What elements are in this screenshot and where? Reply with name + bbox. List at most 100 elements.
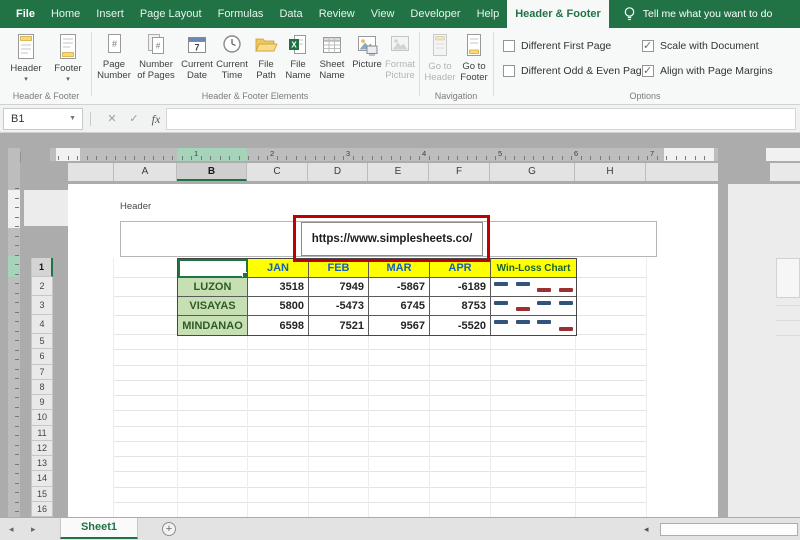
column-header-h[interactable]: H	[575, 163, 646, 181]
tab-view[interactable]: View	[363, 0, 403, 28]
tab-home[interactable]: Home	[43, 0, 88, 28]
cell-value[interactable]: 6745	[369, 297, 430, 316]
picture-label: Picture	[352, 60, 382, 71]
tab-insert[interactable]: Insert	[88, 0, 132, 28]
row-header-10[interactable]: 10	[31, 410, 53, 425]
cell-row-label[interactable]: LUZON	[178, 278, 248, 297]
scrollbar-thumb[interactable]	[660, 523, 798, 536]
row-header-3[interactable]: 3	[31, 296, 53, 315]
tab-review[interactable]: Review	[311, 0, 363, 28]
name-box[interactable]: B1 ▼	[3, 108, 83, 130]
cell-value[interactable]: 9567	[369, 316, 430, 335]
horizontal-ruler[interactable]: 1 2 3 4 5 6 7	[50, 148, 718, 161]
picture-button[interactable]: Picture	[350, 33, 384, 71]
current-time-icon	[221, 33, 243, 57]
tab-header-footer[interactable]: Header & Footer	[507, 0, 609, 28]
column-header-d[interactable]: D	[308, 163, 368, 181]
cell-value[interactable]: 7521	[309, 316, 369, 335]
enter-icon[interactable]: ✓	[124, 108, 144, 130]
tab-formulas[interactable]: Formulas	[210, 0, 272, 28]
cell-value[interactable]: -5473	[309, 297, 369, 316]
row-header-5[interactable]: 5	[31, 334, 53, 349]
header-dropdown-caret[interactable]: ▾	[24, 76, 28, 84]
ruler-number: 2	[270, 149, 274, 158]
checkbox-box[interactable]	[503, 65, 515, 77]
tab-file[interactable]: File	[8, 0, 43, 28]
checkbox-different-first-page[interactable]: Different First Page	[503, 40, 611, 52]
svg-text:#: #	[156, 42, 161, 51]
checkbox-different-odd-even[interactable]: Different Odd & Even Pages	[503, 65, 653, 77]
checkbox-box[interactable]	[503, 40, 515, 52]
formula-input[interactable]	[166, 108, 796, 130]
file-path-button[interactable]: File Path	[251, 33, 281, 81]
tab-developer[interactable]: Developer	[402, 0, 468, 28]
cell-row-label[interactable]: MINDANAO	[178, 316, 248, 335]
sheet-name-button[interactable]: Sheet Name	[315, 33, 349, 81]
cell-value[interactable]: -5867	[369, 278, 430, 297]
tab-data[interactable]: Data	[271, 0, 310, 28]
group-label-options: Options	[570, 91, 720, 101]
footer-button[interactable]: Footer ▾	[48, 33, 88, 83]
footer-dropdown-caret[interactable]: ▾	[66, 76, 70, 84]
next-page-gridline	[776, 305, 800, 306]
row-header-12[interactable]: 12	[31, 441, 53, 456]
sheet-nav-left-icon[interactable]: ◂	[9, 518, 14, 540]
sheet-nav-right-icon[interactable]: ▸	[31, 518, 36, 540]
current-time-button[interactable]: Current Time	[214, 33, 250, 81]
cell-value[interactable]: -6189	[430, 278, 491, 297]
cancel-icon[interactable]: ✕	[102, 108, 122, 130]
cell-b1-selected[interactable]	[178, 259, 248, 278]
header-button[interactable]: Header ▾	[6, 33, 46, 83]
format-picture-button: Format Picture	[383, 33, 417, 81]
name-box-caret-icon[interactable]: ▼	[69, 109, 76, 129]
scrollbar-left-arrow-icon[interactable]: ◂	[644, 524, 649, 535]
checkbox-scale-with-document[interactable]: Scale with Document	[642, 40, 759, 52]
row-header-8[interactable]: 8	[31, 380, 53, 395]
column-header-g[interactable]: G	[490, 163, 575, 181]
add-sheet-button[interactable]: +	[162, 522, 176, 536]
winloss-sparkline[interactable]	[491, 278, 576, 297]
current-date-button[interactable]: 7 Current Date	[179, 33, 215, 81]
column-header-a[interactable]: A	[113, 163, 177, 181]
checkbox-align-with-margins[interactable]: Align with Page Margins	[642, 65, 773, 77]
vertical-ruler[interactable]	[8, 148, 20, 517]
sheet-tab-sheet1[interactable]: Sheet1	[60, 518, 138, 539]
number-of-pages-button[interactable]: # Number of Pages	[134, 33, 178, 81]
insert-function-icon[interactable]: fx	[146, 108, 166, 130]
cell-value[interactable]: 8753	[430, 297, 491, 316]
column-header-b[interactable]: B	[177, 163, 247, 181]
row-header-2[interactable]: 2	[31, 277, 53, 296]
cell-value[interactable]: 6598	[248, 316, 309, 335]
winloss-sparkline[interactable]	[491, 316, 576, 335]
cell-row-label[interactable]: VISAYAS	[178, 297, 248, 316]
cell-value[interactable]: 5800	[248, 297, 309, 316]
page-number-button[interactable]: # Page Number	[95, 33, 133, 81]
horizontal-scrollbar[interactable]: ◂	[636, 522, 800, 537]
cell-header-winloss[interactable]: Win-Loss Chart	[491, 259, 576, 278]
row-header-11[interactable]: 11	[31, 426, 53, 441]
checkbox-box[interactable]	[642, 65, 654, 77]
cell-value[interactable]: -5520	[430, 316, 491, 335]
row-header-9[interactable]: 9	[31, 395, 53, 410]
row-header-14[interactable]: 14	[31, 471, 53, 486]
cell-value[interactable]: 3518	[248, 278, 309, 297]
row-header-15[interactable]: 15	[31, 487, 53, 502]
tab-help[interactable]: Help	[469, 0, 508, 28]
column-header-f[interactable]: F	[429, 163, 490, 181]
column-header-c[interactable]: C	[247, 163, 308, 181]
winloss-sparkline[interactable]	[491, 297, 576, 316]
tell-me-box[interactable]: Tell me what you want to do	[623, 0, 773, 28]
row-header-13[interactable]: 13	[31, 456, 53, 471]
cell-value[interactable]: 7949	[309, 278, 369, 297]
row-header-16[interactable]: 16	[31, 502, 53, 517]
row-header-7[interactable]: 7	[31, 365, 53, 380]
checkbox-box[interactable]	[642, 40, 654, 52]
checkbox-label: Scale with Document	[660, 40, 759, 52]
row-header-6[interactable]: 6	[31, 349, 53, 364]
go-to-footer-button[interactable]: Go to Footer	[458, 33, 490, 83]
tab-page-layout[interactable]: Page Layout	[132, 0, 210, 28]
column-header-e[interactable]: E	[368, 163, 429, 181]
row-header-4[interactable]: 4	[31, 315, 53, 334]
file-name-button[interactable]: X File Name	[282, 33, 314, 81]
row-header-1[interactable]: 1	[31, 258, 53, 277]
